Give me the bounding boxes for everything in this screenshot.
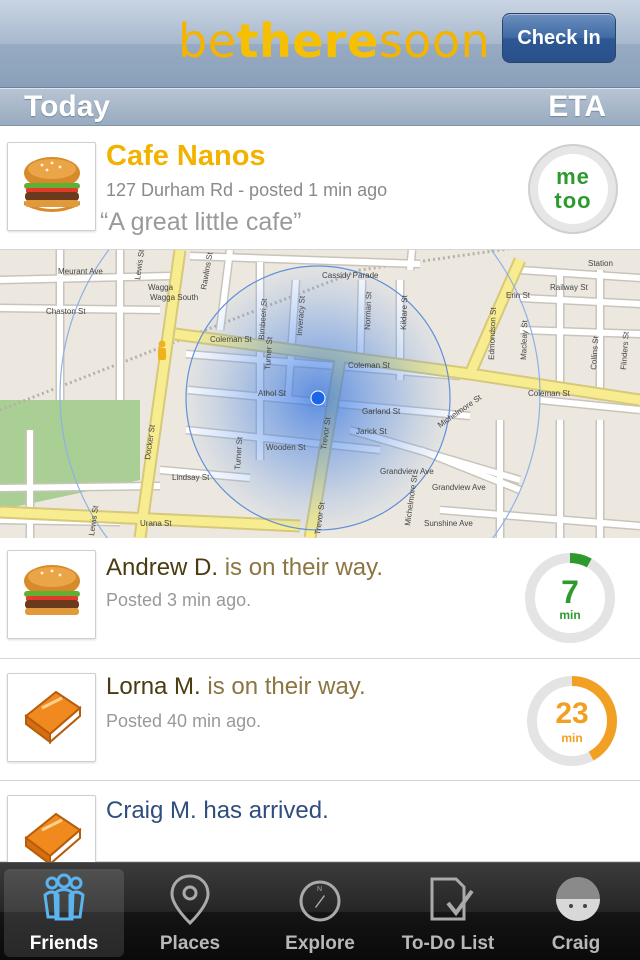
tab-friends[interactable]: Friends <box>4 869 124 957</box>
section-title-today: Today <box>24 90 111 123</box>
me-too-line1: me <box>556 164 590 189</box>
burger-icon <box>24 157 80 212</box>
friend-action: is on their way. <box>224 554 384 581</box>
compass-icon: N <box>299 880 341 922</box>
section-header: Today ETA <box>0 88 640 126</box>
svg-text:Jarick St: Jarick St <box>356 427 387 436</box>
burger-icon <box>24 565 80 615</box>
friend-row[interactable]: Craig M. has arrived. <box>0 781 640 884</box>
place-row[interactable]: Cafe Nanos 127 Durham Rd - posted 1 min … <box>0 126 640 250</box>
eta-badge: 23 min <box>526 675 618 767</box>
svg-text:N: N <box>317 886 322 893</box>
street-view-pegman-icon <box>158 340 166 360</box>
eta-badge: 7 min <box>524 552 616 644</box>
svg-text:Coleman St: Coleman St <box>210 335 253 344</box>
book-icon <box>24 812 82 867</box>
friend-posted-time: Posted 40 min ago. <box>106 711 262 731</box>
tab-label: Craig <box>551 933 601 954</box>
svg-text:Chaston St: Chaston St <box>46 307 86 316</box>
svg-text:Lindsay St: Lindsay St <box>172 473 210 482</box>
logo-part-there: there <box>236 14 379 68</box>
friend-action: is on their way. <box>207 673 366 700</box>
tab-explore[interactable]: N Explore <box>260 869 380 957</box>
map-canvas: Meurant Ave WaggaWagga South Chaston St … <box>0 250 640 538</box>
eta-minutes: 23 <box>555 697 589 730</box>
svg-text:Coleman St: Coleman St <box>528 389 571 398</box>
tab-profile[interactable]: Craig <box>516 869 636 957</box>
place-name[interactable]: Cafe Nanos <box>106 140 266 173</box>
svg-text:Railway St: Railway St <box>550 283 589 292</box>
place-quote: “A great little cafe” <box>100 208 302 236</box>
svg-text:Garland St: Garland St <box>362 407 401 416</box>
friend-name[interactable]: Andrew D. <box>106 554 218 581</box>
me-too-label: me too <box>538 154 608 224</box>
svg-text:Grandview Ave: Grandview Ave <box>432 483 486 492</box>
friend-status: Craig M. has arrived. <box>106 797 329 825</box>
check-in-button[interactable]: Check In <box>502 13 616 63</box>
friend-status: Andrew D. is on their way. <box>106 554 383 582</box>
tab-label: Friends <box>29 933 99 954</box>
eta-unit: min <box>559 608 581 622</box>
map-pin-icon <box>170 874 210 925</box>
svg-text:Sunshine Ave: Sunshine Ave <box>424 519 473 528</box>
friend-action: has arrived. <box>203 797 329 824</box>
nav-bar: betheresoon Check In <box>0 0 640 88</box>
tab-places[interactable]: Places <box>130 869 250 957</box>
svg-text:Urana St: Urana St <box>140 519 172 528</box>
svg-text:Macleay St: Macleay St <box>519 319 529 360</box>
eta-minutes: 7 <box>561 574 579 610</box>
place-thumbnail <box>7 142 96 231</box>
svg-text:Wagga South: Wagga South <box>150 293 198 302</box>
logo-part-be: be <box>178 14 237 68</box>
svg-text:Norman St: Norman St <box>363 291 373 330</box>
section-title-eta: ETA <box>548 90 606 123</box>
friend-thumbnail <box>7 673 96 762</box>
friend-thumbnail <box>7 550 96 639</box>
svg-text:Station: Station <box>588 259 613 268</box>
svg-text:Erin St: Erin St <box>506 291 531 300</box>
me-too-line2: too <box>554 188 592 213</box>
tab-label: Places <box>159 933 221 954</box>
svg-text:Coleman St: Coleman St <box>348 361 391 370</box>
logo-part-soon: soon <box>378 14 491 68</box>
friend-name[interactable]: Craig M. <box>106 797 197 824</box>
friend-status: Lorna M. is on their way. <box>106 673 366 701</box>
svg-text:Meurant Ave: Meurant Ave <box>58 267 103 276</box>
avatar-icon <box>556 877 600 921</box>
svg-text:Wagga: Wagga <box>148 283 174 292</box>
friend-row[interactable]: Lorna M. is on their way. Posted 40 min … <box>0 659 640 781</box>
friends-icon <box>43 873 85 921</box>
tab-bar: Friends Places N Explore To-Do List Crai… <box>0 862 640 960</box>
friend-row[interactable]: Andrew D. is on their way. Posted 3 min … <box>0 538 640 659</box>
eta-unit: min <box>561 731 583 745</box>
me-too-button[interactable]: me too <box>528 144 618 234</box>
tab-label: To-Do List <box>401 933 495 954</box>
book-icon <box>24 690 82 745</box>
svg-text:Wooden St: Wooden St <box>266 443 306 452</box>
friend-posted-time: Posted 3 min ago. <box>106 590 252 610</box>
svg-text:Grandview Ave: Grandview Ave <box>380 467 434 476</box>
svg-text:Athol St: Athol St <box>258 389 287 398</box>
friend-name[interactable]: Lorna M. <box>106 673 201 700</box>
map-view[interactable]: Meurant Ave Wagga Wagga South Chaston St … <box>0 250 640 538</box>
place-address: 127 Durham Rd - posted 1 min ago <box>106 180 388 200</box>
tab-label: Explore <box>285 933 355 954</box>
todo-list-icon <box>430 877 474 921</box>
svg-text:Edmondson St: Edmondson St <box>487 307 498 361</box>
svg-text:Cassidy Parade: Cassidy Parade <box>322 271 379 280</box>
svg-text:Kildare St: Kildare St <box>399 294 409 330</box>
app-logo: betheresoon <box>178 14 490 68</box>
tab-todo-list[interactable]: To-Do List <box>388 869 508 957</box>
